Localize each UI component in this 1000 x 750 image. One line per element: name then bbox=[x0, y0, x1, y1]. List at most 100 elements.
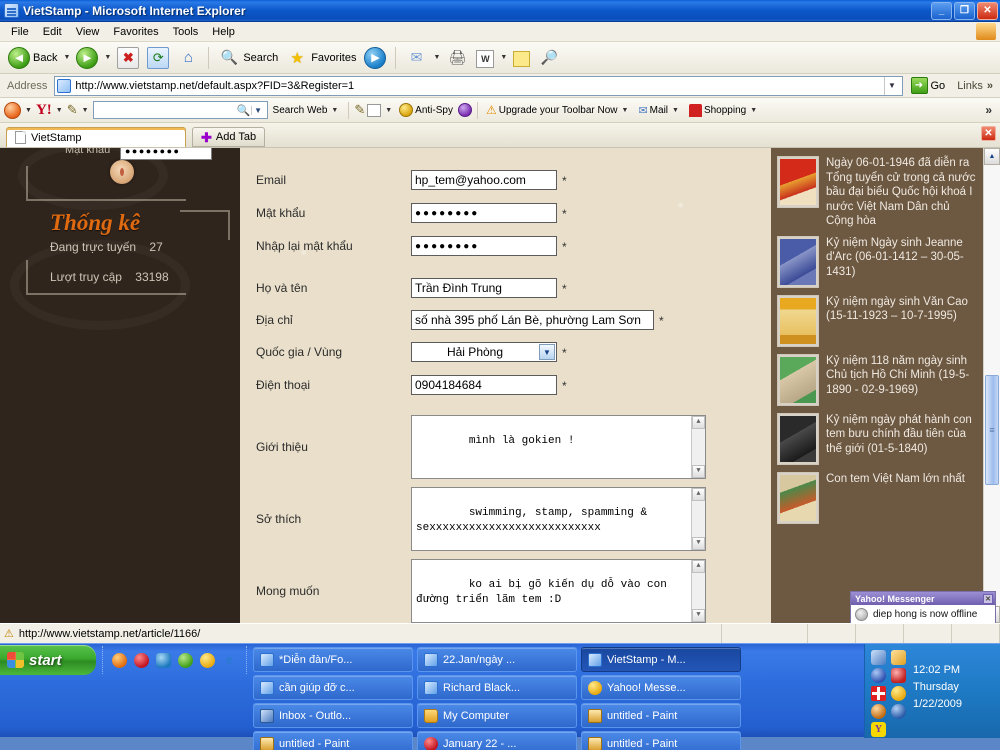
media-player-icon[interactable] bbox=[178, 652, 193, 668]
task-button[interactable]: My Computer bbox=[417, 703, 577, 728]
messenger-button[interactable]: 🔎 bbox=[534, 45, 564, 71]
input-email[interactable]: hp_tem@yahoo.com bbox=[411, 170, 557, 190]
bookmarks-dropdown-icon[interactable]: ▼ bbox=[385, 107, 392, 114]
yahoo-messenger-icon[interactable] bbox=[200, 652, 215, 668]
close-button[interactable]: ✕ bbox=[977, 1, 998, 20]
refresh-button[interactable]: ⟳ bbox=[143, 45, 173, 71]
news-item[interactable]: Kỷ niệm 118 năm ngày sinh Chủ tịch Hồ Ch… bbox=[777, 353, 977, 406]
maximize-button[interactable]: ❐ bbox=[954, 1, 975, 20]
menu-item-file[interactable]: File bbox=[4, 24, 36, 40]
yahoo-mail-button[interactable]: ✉ Mail ▼ bbox=[635, 104, 684, 117]
textarea-intro-scrollbar[interactable]: ▲ ▼ bbox=[691, 416, 705, 478]
tray-volume-icon[interactable] bbox=[891, 704, 906, 719]
edit-dropdown-icon[interactable]: ▼ bbox=[500, 54, 507, 61]
bookmarks-icon[interactable] bbox=[367, 103, 382, 117]
task-button[interactable]: Yahoo! Messe... bbox=[581, 675, 741, 700]
shopping-dropdown-icon[interactable]: ▼ bbox=[750, 107, 757, 114]
highlighter-icon[interactable]: ✎ bbox=[354, 102, 365, 118]
tray-updates-icon[interactable] bbox=[891, 650, 906, 665]
news-item[interactable]: Kỷ niệm Ngày sinh Jeanne d'Arc (06-01-14… bbox=[777, 235, 977, 288]
forward-dropdown-icon[interactable]: ▼ bbox=[104, 54, 111, 61]
task-button-active[interactable]: VietStamp - M... bbox=[581, 647, 741, 672]
stop-button[interactable]: ✖ bbox=[113, 45, 143, 71]
tray-yahoo-smiley-icon[interactable] bbox=[891, 686, 906, 701]
news-item[interactable]: Con tem Việt Nam lớn nhất bbox=[777, 471, 977, 524]
forward-button[interactable]: ► bbox=[72, 45, 102, 71]
tray-clock[interactable]: 12:02 PM Thursday 1/22/2009 bbox=[913, 650, 962, 738]
upgrade-toolbar-button[interactable]: ⚠ Upgrade your Toolbar Now ▼ bbox=[483, 103, 633, 117]
search-web-dropdown-icon[interactable]: ▼ bbox=[331, 107, 338, 114]
anti-spy-button[interactable]: Anti-Spy bbox=[396, 103, 456, 117]
yahoo-search-input[interactable]: 🔍 ▼ bbox=[92, 101, 268, 119]
scroll-down-icon[interactable]: ▼ bbox=[692, 609, 705, 622]
scroll-up-icon[interactable]: ▲ bbox=[692, 560, 705, 573]
yahoo-popup-close-icon[interactable]: ✕ bbox=[983, 593, 993, 604]
tab-vietstamp[interactable]: VietStamp bbox=[6, 127, 186, 147]
firefox-icon[interactable] bbox=[112, 652, 127, 668]
input-address[interactable]: số nhà 395 phố Lán Bè, phường Lam Sơn bbox=[411, 310, 654, 330]
yahoo-logo-icon[interactable]: Y! bbox=[36, 102, 52, 119]
task-button[interactable]: *Diễn đàn/Fo... bbox=[253, 647, 413, 672]
start-button[interactable]: start bbox=[0, 645, 96, 675]
scroll-down-icon[interactable]: ▼ bbox=[692, 537, 705, 550]
minimize-button[interactable]: _ bbox=[931, 1, 952, 20]
task-button[interactable]: January 22 - ... bbox=[417, 731, 577, 750]
mail-dropdown-icon[interactable]: ▼ bbox=[433, 54, 440, 61]
opera-icon[interactable] bbox=[134, 652, 149, 668]
address-input[interactable]: http://www.vietstamp.net/default.aspx?FI… bbox=[54, 75, 903, 96]
mail-button[interactable]: ✉ bbox=[401, 45, 431, 71]
window-titlebar[interactable]: VietStamp - Microsoft Internet Explorer … bbox=[0, 0, 1000, 22]
task-button[interactable]: untitled - Paint bbox=[581, 731, 741, 750]
task-button[interactable]: 22.Jan/ngày ... bbox=[417, 647, 577, 672]
news-item[interactable]: Kỷ niệm ngày sinh Văn Cao (15-11-1923 – … bbox=[777, 294, 977, 347]
scroll-down-icon[interactable]: ▼ bbox=[692, 465, 705, 478]
news-item[interactable]: Kỷ niệm ngày phát hành con tem bưu chính… bbox=[777, 412, 977, 465]
back-dropdown-icon[interactable]: ▼ bbox=[63, 54, 70, 61]
input-fullname[interactable]: Trần Đình Trung bbox=[411, 278, 557, 298]
scrollbar-track[interactable] bbox=[984, 165, 1000, 606]
textarea-wishes-scrollbar[interactable]: ▲ ▼ bbox=[691, 560, 705, 622]
task-button[interactable]: Richard Black... bbox=[417, 675, 577, 700]
tray-messenger-icon[interactable] bbox=[891, 668, 906, 683]
menu-item-favorites[interactable]: Favorites bbox=[106, 24, 165, 40]
scroll-up-icon[interactable]: ▲ bbox=[692, 416, 705, 429]
mail-menu-dropdown-icon[interactable]: ▼ bbox=[672, 107, 679, 114]
menu-item-view[interactable]: View bbox=[69, 24, 107, 40]
ie-restore-icon[interactable] bbox=[156, 652, 171, 668]
print-button[interactable]: 🖨 bbox=[442, 45, 472, 71]
go-button[interactable]: ➜ Go bbox=[906, 77, 951, 94]
input-phone[interactable]: 0904184684 bbox=[411, 375, 557, 395]
tray-antivirus-icon[interactable] bbox=[871, 686, 886, 701]
address-dropdown-icon[interactable]: ▼ bbox=[883, 76, 900, 95]
scrollbar-thumb[interactable] bbox=[985, 375, 999, 485]
task-button[interactable]: Inbox - Outlo... bbox=[253, 703, 413, 728]
partial-password-field[interactable]: ●●●●●●●● bbox=[120, 148, 212, 160]
menu-item-tools[interactable]: Tools bbox=[166, 24, 206, 40]
menu-item-edit[interactable]: Edit bbox=[36, 24, 69, 40]
notes-button[interactable] bbox=[509, 46, 534, 69]
internet-explorer-icon[interactable]: e bbox=[222, 652, 237, 668]
textarea-hobbies[interactable]: swimming, stamp, spamming & sexxxxxxxxxx… bbox=[411, 487, 706, 551]
chevron-down-icon[interactable]: ▼ bbox=[539, 344, 555, 360]
scroll-up-icon[interactable]: ▲ bbox=[692, 488, 705, 501]
task-button[interactable]: untitled - Paint bbox=[253, 731, 413, 750]
page-scrollbar[interactable]: ▲ ▼ bbox=[983, 148, 1000, 623]
input-password-confirm[interactable]: ●●●●●●●● bbox=[411, 236, 557, 256]
popup-blocker-icon[interactable] bbox=[457, 103, 472, 117]
scroll-up-button[interactable]: ▲ bbox=[984, 148, 1000, 165]
task-button[interactable]: untitled - Paint bbox=[581, 703, 741, 728]
edit-button[interactable]: W bbox=[472, 46, 498, 70]
favorites-button[interactable]: ★ Favorites bbox=[282, 45, 360, 71]
search-web-button[interactable]: Search Web ▼ bbox=[270, 105, 344, 116]
yahoo-messenger-popup[interactable]: Yahoo! Messenger ✕ diep hong is now offl… bbox=[850, 591, 996, 623]
tray-network-icon[interactable] bbox=[871, 668, 886, 683]
pencil-icon[interactable]: ✎ bbox=[67, 102, 78, 118]
media-button[interactable]: ▶ bbox=[360, 45, 390, 71]
yahoo-icon-dropdown-icon[interactable]: ▼ bbox=[25, 107, 32, 114]
textarea-wishes[interactable]: ko ai bị gõ kiến dụ dỗ vào con đường tri… bbox=[411, 559, 706, 623]
input-password[interactable]: ●●●●●●●● bbox=[411, 203, 557, 223]
yahoo-logo-dropdown-icon[interactable]: ▼ bbox=[56, 107, 63, 114]
add-tab-button[interactable]: ✚ Add Tab bbox=[192, 127, 266, 147]
menu-item-help[interactable]: Help bbox=[205, 24, 242, 40]
back-button[interactable]: ◄ Back bbox=[4, 45, 61, 71]
